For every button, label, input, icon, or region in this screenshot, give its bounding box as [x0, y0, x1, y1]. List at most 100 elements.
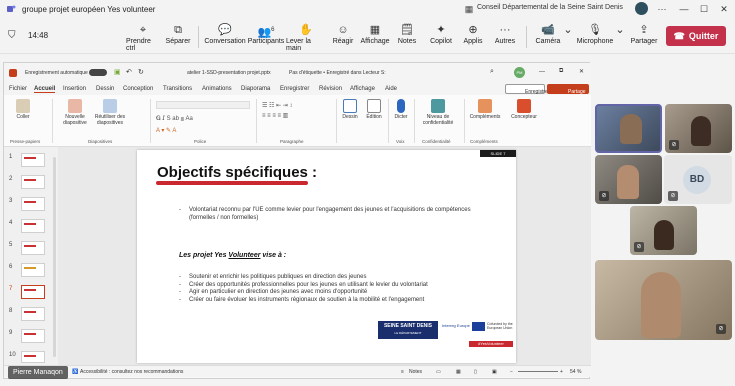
apps-button[interactable]: ⊕ Applis: [462, 22, 484, 52]
zoom-out-icon[interactable]: −: [510, 369, 513, 375]
current-slide[interactable]: SLIDE 7 Objectifs spécifiques : Volontar…: [137, 150, 516, 363]
participant-avatar-tile[interactable]: BD ⊘: [664, 155, 732, 204]
designer-icon: [517, 99, 531, 113]
zoom-slider[interactable]: [518, 371, 558, 372]
participant-video-tile[interactable]: [595, 104, 662, 153]
microphone-icon: [397, 99, 405, 113]
close-icon[interactable]: ✕: [579, 68, 584, 75]
slide-thumbnail[interactable]: [21, 241, 45, 255]
slide-thumbnail[interactable]: [21, 263, 45, 277]
eu-flag-icon: [472, 322, 485, 331]
menu-help[interactable]: Aide: [385, 86, 397, 92]
participants-button[interactable]: 👥6 Participants: [248, 22, 285, 52]
shield-icon[interactable]: ⛉: [8, 30, 16, 41]
thumbnail-scrollbar[interactable]: [53, 157, 56, 357]
drawing-button[interactable]: Dessin: [339, 99, 361, 120]
seine-saint-denis-logo: SEINE SAINT DENIS LE DÉPARTEMENT: [378, 321, 438, 339]
undo-icon[interactable]: ↶: [126, 68, 132, 76]
participant-video-tile-large[interactable]: ⊘: [595, 260, 732, 340]
participant-video-tile[interactable]: ⊘: [665, 104, 732, 153]
normal-view-icon[interactable]: ▭: [436, 369, 441, 375]
font-format-buttons[interactable]: 𝐆 𝘐 S ab ≣ Aa: [156, 115, 246, 123]
zoom-level[interactable]: 54 %: [570, 369, 581, 375]
menu-record[interactable]: Enregistrer: [280, 86, 309, 92]
pop-out-label: Séparer: [165, 38, 191, 45]
camera-button[interactable]: 📹 Caméra: [534, 22, 562, 52]
menu-design[interactable]: Conception: [123, 86, 153, 92]
designer-button[interactable]: Concepteur: [506, 99, 542, 120]
user-avatar[interactable]: [635, 2, 648, 15]
new-slide-button[interactable]: Nouvelle diapositive: [58, 99, 92, 126]
redo-icon[interactable]: ↻: [138, 68, 144, 76]
slide-thumbnail[interactable]: [21, 351, 45, 363]
accessibility-status[interactable]: Accessibilité : consultez nos recommanda…: [80, 369, 183, 375]
participants-count: 6: [271, 27, 275, 33]
microphone-button[interactable]: 🎙 Microphone: [576, 22, 614, 52]
minimize-button[interactable]: —: [674, 1, 694, 17]
record-button[interactable]: Enregistrer: [505, 84, 549, 95]
menu-view[interactable]: Affichage: [350, 86, 375, 92]
notes-button[interactable]: 🗒 Notes: [396, 22, 418, 52]
minimize-icon[interactable]: —: [539, 69, 545, 75]
slide-subheading: Les projet Yes Volunteer vise à :: [179, 252, 286, 259]
close-window-button[interactable]: ✕: [714, 1, 734, 17]
react-button[interactable]: ☺ Réagir: [332, 22, 354, 52]
slide-thumbnail[interactable]: [21, 307, 45, 321]
autosave-toggle[interactable]: [89, 69, 107, 76]
slide-thumbnail[interactable]: [21, 197, 45, 211]
slide-thumbnail[interactable]: [21, 329, 45, 343]
take-control-button[interactable]: ⌖ Prendre ctrl: [126, 22, 160, 52]
notes-toggle-icon[interactable]: ≡: [401, 369, 404, 375]
view-button[interactable]: ▦ Affichage: [360, 22, 390, 52]
slide-thumbnail[interactable]: [21, 153, 45, 167]
menu-home[interactable]: Accueil: [34, 86, 56, 93]
slideshow-view-icon[interactable]: ▣: [492, 369, 497, 375]
dictate-button[interactable]: Dicter: [390, 99, 412, 120]
editing-button[interactable]: Édition: [362, 99, 386, 120]
save-icon[interactable]: ▣: [114, 68, 121, 76]
menu-insert[interactable]: Insertion: [63, 86, 86, 92]
font-color-buttons[interactable]: A ▾ ✎ A: [156, 127, 246, 135]
reading-view-icon[interactable]: ▯: [474, 369, 477, 375]
share-button[interactable]: ⇪ Partager: [630, 22, 658, 52]
notes-toggle[interactable]: Notes: [409, 369, 422, 375]
more-options-icon[interactable]: ···: [652, 1, 672, 17]
raise-hand-button[interactable]: ✋ Lever la main: [286, 22, 326, 52]
drawing-label: Dessin: [342, 114, 358, 120]
camera-options-chevron[interactable]: ⌄: [563, 22, 572, 52]
maximize-button[interactable]: ☐: [694, 1, 714, 17]
more-button[interactable]: ··· Autres: [494, 22, 516, 52]
ppt-user-avatar[interactable]: PM: [514, 67, 525, 78]
sensitivity-button[interactable]: Niveau de confidentialité: [416, 99, 460, 126]
search-icon[interactable]: ⌕: [490, 68, 494, 76]
leave-meeting-button[interactable]: ☎ Quitter: [666, 26, 726, 46]
share-label: Partager: [630, 38, 658, 45]
paragraph-buttons[interactable]: ☰ ☷ ⇤ ⇥ ↕ ≡ ≡ ≡ ≡ ▥: [262, 101, 332, 131]
menu-animations[interactable]: Animations: [202, 86, 232, 92]
menu-draw[interactable]: Dessin: [96, 86, 114, 92]
ribbon-separator: [336, 99, 337, 143]
copilot-button[interactable]: ✦ Copilot: [428, 22, 454, 52]
participant-video-tile[interactable]: ⊘: [630, 206, 697, 255]
menu-file[interactable]: Fichier: [9, 86, 27, 92]
chat-button[interactable]: 💬 Conversation: [204, 22, 245, 52]
reuse-slides-button[interactable]: Réutiliser des diapositives: [92, 99, 128, 126]
font-family-select[interactable]: [156, 101, 250, 109]
slide-thumbnail[interactable]: [21, 175, 45, 189]
sorter-view-icon[interactable]: ▦: [456, 369, 461, 375]
pop-out-button[interactable]: ⧉ Séparer: [164, 22, 192, 52]
menu-transitions[interactable]: Transitions: [163, 86, 192, 92]
slide-thumbnail-selected[interactable]: [21, 285, 45, 299]
paste-button[interactable]: Coller: [12, 99, 34, 120]
restore-icon[interactable]: ⧉: [559, 68, 563, 75]
take-control-label: Prendre ctrl: [126, 38, 151, 52]
mic-options-chevron[interactable]: ⌄: [615, 22, 624, 52]
zoom-in-icon[interactable]: +: [560, 369, 563, 375]
group-addins: Compléments: [470, 139, 498, 144]
ppt-share-button[interactable]: Partage: [547, 84, 589, 95]
slide-thumbnail[interactable]: [21, 219, 45, 233]
menu-slideshow[interactable]: Diaporama: [241, 86, 270, 92]
menu-review[interactable]: Révision: [319, 86, 342, 92]
addins-button[interactable]: Compléments: [466, 99, 504, 120]
participant-video-tile[interactable]: ⊘: [595, 155, 662, 204]
